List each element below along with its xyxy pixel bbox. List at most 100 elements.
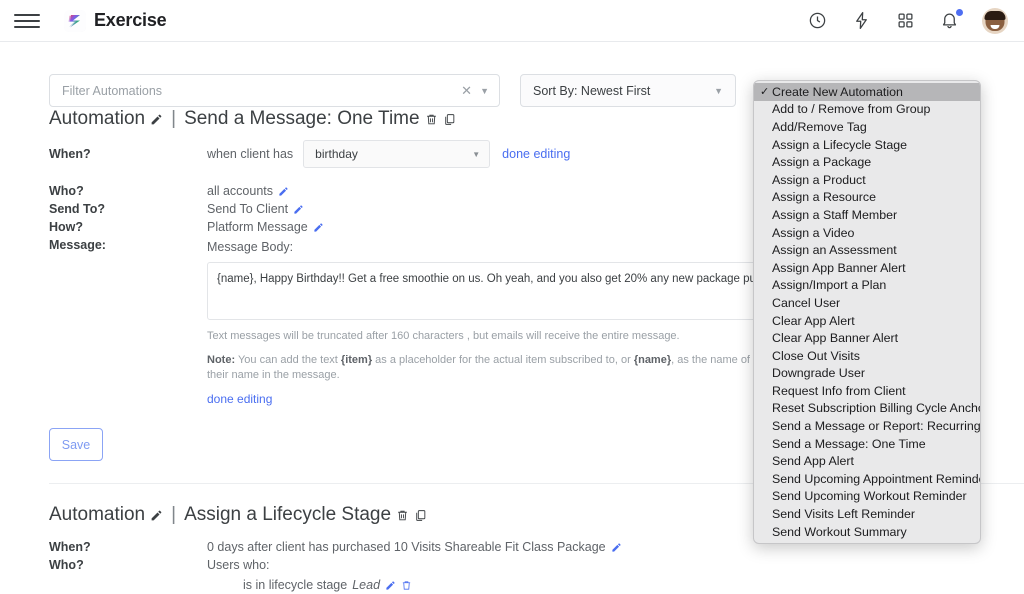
message-body-label: Message Body: bbox=[207, 238, 835, 256]
dropdown-item[interactable]: Add to / Remove from Group bbox=[754, 101, 980, 119]
dropdown-item[interactable]: Send Visits Left Reminder bbox=[754, 505, 980, 523]
pencil-icon[interactable] bbox=[385, 580, 396, 591]
dropdown-item-label: Assign a Product bbox=[772, 173, 866, 187]
pencil-icon[interactable] bbox=[313, 222, 324, 233]
duplicate-icon[interactable] bbox=[414, 509, 427, 522]
done-editing-link-when[interactable]: done editing bbox=[502, 147, 570, 161]
placeholder-note: Note: You can add the text {item} as a p… bbox=[207, 353, 835, 383]
dropdown-item[interactable]: Assign a Package bbox=[754, 153, 980, 171]
when-label: When? bbox=[49, 538, 207, 556]
dropdown-item[interactable]: Assign App Banner Alert bbox=[754, 259, 980, 277]
user-avatar[interactable] bbox=[982, 8, 1008, 34]
dropdown-item-label: Send App Alert bbox=[772, 454, 854, 468]
brand-name: Exercise bbox=[94, 10, 166, 31]
duplicate-icon[interactable] bbox=[443, 113, 456, 126]
message-editor: Message Body: {name}, Happy Birthday!! G… bbox=[207, 236, 835, 408]
pencil-icon[interactable] bbox=[278, 186, 289, 197]
clear-x-icon[interactable]: ✕ bbox=[453, 83, 480, 99]
dropdown-item[interactable]: Assign a Product bbox=[754, 171, 980, 189]
who-row-2: Who? Users who: is in lifecycle stage Le… bbox=[49, 556, 1024, 594]
dropdown-item[interactable]: ✓Create New Automation bbox=[754, 83, 980, 101]
dropdown-item[interactable]: Send App Alert bbox=[754, 452, 980, 470]
dropdown-item[interactable]: Clear App Banner Alert bbox=[754, 329, 980, 347]
how-value-group: Platform Message bbox=[207, 218, 324, 236]
dropdown-item[interactable]: Send Workout Summary bbox=[754, 523, 980, 541]
dropdown-item[interactable]: Send a Message or Report: Recurring bbox=[754, 417, 980, 435]
dropdown-item[interactable]: Close Out Visits bbox=[754, 347, 980, 365]
dropdown-item-label: Assign a Resource bbox=[772, 190, 876, 204]
filter-automations-input[interactable]: Filter Automations ✕ ▼ bbox=[49, 74, 500, 107]
dropdown-item[interactable]: Assign a Staff Member bbox=[754, 206, 980, 224]
dropdown-item-label: Add to / Remove from Group bbox=[772, 102, 930, 116]
chevron-down-icon[interactable]: ▼ bbox=[480, 86, 491, 96]
send-to-value-group: Send To Client bbox=[207, 200, 304, 218]
topbar-icon-group bbox=[806, 8, 1008, 34]
trash-icon[interactable] bbox=[425, 113, 438, 126]
automation-2-name: Assign a Lifecycle Stage bbox=[184, 504, 391, 526]
dropdown-item-label: Assign App Banner Alert bbox=[772, 261, 906, 275]
chevron-down-icon[interactable]: ▼ bbox=[472, 150, 480, 159]
dropdown-item[interactable]: Reset Subscription Billing Cycle Anchor bbox=[754, 400, 980, 418]
note-prefix: Note: bbox=[207, 354, 235, 366]
dropdown-item-label: Assign an Assessment bbox=[772, 243, 897, 257]
pencil-icon[interactable] bbox=[150, 113, 163, 126]
when-trigger-select[interactable]: birthday ▼ bbox=[303, 140, 490, 168]
dropdown-item-label: Clear App Alert bbox=[772, 314, 855, 328]
dropdown-item[interactable]: Send a Message: One Time bbox=[754, 435, 980, 453]
dropdown-item[interactable]: Send Upcoming Workout Reminder bbox=[754, 488, 980, 506]
dropdown-item[interactable]: Request Info from Client bbox=[754, 382, 980, 400]
clock-icon[interactable] bbox=[806, 10, 828, 32]
dropdown-item-label: Cancel User bbox=[772, 296, 840, 310]
dropdown-item[interactable]: Assign/Import a Plan bbox=[754, 277, 980, 295]
lightning-icon[interactable] bbox=[850, 10, 872, 32]
message-body-textarea[interactable]: {name}, Happy Birthday!! Get a free smoo… bbox=[207, 262, 835, 320]
create-automation-dropdown-menu[interactable]: ✓Create New AutomationAdd to / Remove fr… bbox=[753, 80, 981, 544]
pencil-icon[interactable] bbox=[293, 204, 304, 215]
dropdown-item-label: Assign/Import a Plan bbox=[772, 278, 886, 292]
dropdown-item-label: Downgrade User bbox=[772, 366, 865, 380]
when-trigger-value: birthday bbox=[315, 147, 358, 161]
done-editing-link-message[interactable]: done editing bbox=[207, 390, 272, 408]
automation-2-fields: When? 0 days after client has purchased … bbox=[49, 538, 1024, 594]
notification-badge bbox=[956, 9, 963, 16]
chevron-down-icon[interactable]: ▼ bbox=[714, 86, 725, 96]
when-value-group: 0 days after client has purchased 10 Vis… bbox=[207, 538, 622, 556]
note-name-token: {name} bbox=[634, 354, 671, 366]
top-navigation-bar: Exercise bbox=[0, 0, 1024, 42]
dropdown-item[interactable]: Assign an Assessment bbox=[754, 241, 980, 259]
dropdown-item[interactable]: Send Upcoming Appointment Reminder bbox=[754, 470, 980, 488]
dropdown-item[interactable]: Add/Remove Tag bbox=[754, 118, 980, 136]
who-label: Who? bbox=[49, 182, 207, 200]
dropdown-item-label: Assign a Video bbox=[772, 226, 854, 240]
pencil-icon[interactable] bbox=[611, 542, 622, 553]
condition-prefix: is in lifecycle stage bbox=[243, 576, 347, 594]
sort-by-select[interactable]: Sort By: Newest First ▼ bbox=[520, 74, 736, 107]
pencil-icon[interactable] bbox=[150, 509, 163, 522]
dropdown-item[interactable]: Assign a Lifecycle Stage bbox=[754, 136, 980, 154]
apps-grid-icon[interactable] bbox=[894, 10, 916, 32]
when-value: 0 days after client has purchased 10 Vis… bbox=[207, 538, 606, 556]
dropdown-item-label: Assign a Staff Member bbox=[772, 208, 897, 222]
notifications-bell-icon[interactable] bbox=[938, 10, 960, 32]
condition-row: is in lifecycle stage Lead bbox=[207, 576, 412, 594]
dropdown-item-label: Send Upcoming Workout Reminder bbox=[772, 489, 967, 503]
who-value: all accounts bbox=[207, 182, 273, 200]
save-button[interactable]: Save bbox=[49, 428, 103, 461]
dropdown-item[interactable]: Downgrade User bbox=[754, 365, 980, 383]
brand: Exercise bbox=[64, 10, 166, 32]
dropdown-item-label: Send a Message or Report: Recurring bbox=[772, 419, 981, 433]
dropdown-item-label: Close Out Visits bbox=[772, 349, 860, 363]
dropdown-item-label: Send Workout Summary bbox=[772, 525, 907, 539]
dropdown-item[interactable]: Cancel User bbox=[754, 294, 980, 312]
who-conditions: Users who: is in lifecycle stage Lead bbox=[207, 556, 412, 594]
dropdown-item[interactable]: Clear App Alert bbox=[754, 312, 980, 330]
filter-placeholder: Filter Automations bbox=[62, 84, 453, 98]
sort-by-label: Sort By: Newest First bbox=[533, 84, 714, 98]
dropdown-item[interactable]: Assign a Resource bbox=[754, 189, 980, 207]
trash-icon[interactable] bbox=[396, 509, 409, 522]
who-value-group: all accounts bbox=[207, 182, 289, 200]
when-prefix-text: when client has bbox=[207, 147, 293, 161]
hamburger-menu-icon[interactable] bbox=[14, 11, 40, 31]
trash-icon[interactable] bbox=[401, 580, 412, 591]
dropdown-item[interactable]: Assign a Video bbox=[754, 224, 980, 242]
